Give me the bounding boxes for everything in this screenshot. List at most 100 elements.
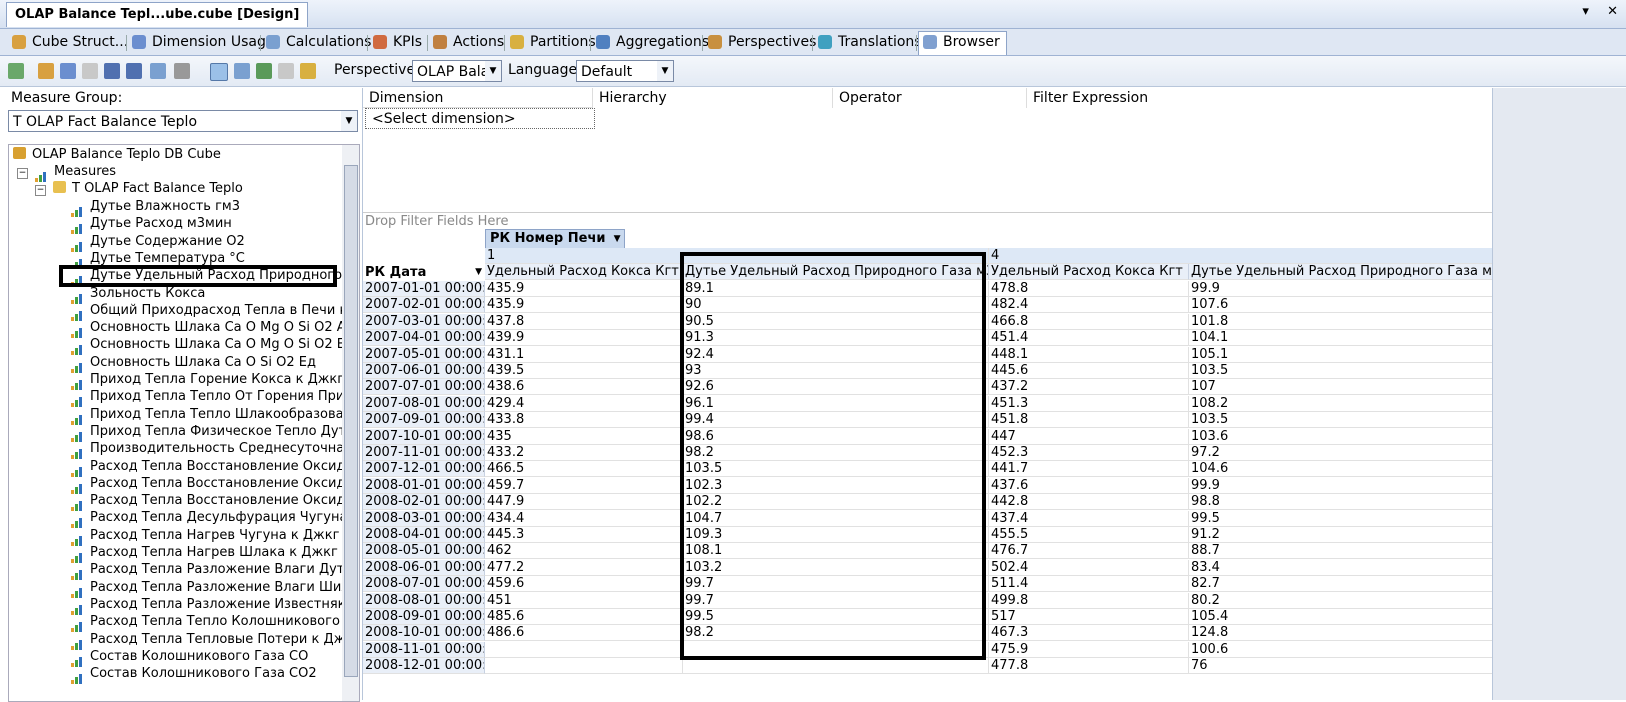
chevron-down-icon[interactable]: ▼ [475, 264, 482, 281]
row-header[interactable]: 2008-06-01 00:00:00 [363, 559, 485, 576]
tab-aggregations[interactable]: Aggregations [592, 32, 715, 53]
metadata-tree[interactable]: OLAP Balance Teplo DB Cube Measures − T OLA… [8, 144, 344, 702]
close-icon[interactable]: ✕ [1607, 4, 1618, 19]
row-header[interactable]: 2007-01-01 00:00:00 [363, 281, 485, 297]
scrollbar-thumb[interactable] [344, 165, 358, 677]
chevron-down-icon[interactable]: ▼ [657, 61, 673, 81]
tree-node-measure[interactable]: Приход Тепла Физическое Тепло Дутья к [71, 423, 343, 442]
row-field-pill[interactable]: РК Дата ▼ [363, 264, 485, 281]
row-header[interactable]: 2008-05-01 00:00:00 [363, 543, 485, 560]
tree-node-measure[interactable]: Расход Тепла Разложение Влаги Шихты к [71, 579, 343, 598]
tree-node-measure[interactable]: Производительность Среднесуточная тсу [71, 440, 343, 460]
tree-node-measure[interactable]: Расход Тепла Восстановление Оксидов Pr [71, 492, 343, 512]
row-header[interactable]: 2007-08-01 00:00:00 [363, 395, 485, 412]
row-header[interactable]: 2007-02-01 00:00:00 [363, 297, 485, 314]
collapse-icon[interactable]: − [35, 185, 46, 196]
row-header[interactable]: 2008-01-01 00:00:00 [363, 477, 485, 494]
sort-ascending-icon[interactable] [104, 63, 120, 79]
tab-dimension-usage[interactable]: Dimension Usage [128, 32, 281, 53]
sort-descending-icon[interactable] [126, 63, 142, 79]
row-header[interactable]: 2007-12-01 00:00:00 [363, 461, 485, 478]
reconnect-icon[interactable] [8, 63, 24, 79]
tree-node-cube[interactable]: OLAP Balance Teplo DB Cube [13, 146, 221, 164]
column-field-pill[interactable]: РК Номер Печи ▼ [485, 229, 625, 249]
tree-node-measure[interactable]: Основность Шлака Ca O Mg O Si O2 Al [71, 319, 343, 339]
chevron-down-icon[interactable]: ▼ [341, 111, 357, 131]
select-dimension-cell[interactable]: <Select dimension> [365, 108, 595, 129]
change-user-icon[interactable] [38, 63, 54, 79]
show-empty-cells-icon[interactable] [210, 63, 228, 81]
delete-icon[interactable] [174, 63, 190, 79]
tab-kpis[interactable]: KPIs [369, 32, 428, 53]
tree-node-measure[interactable]: Дутье Содержание О2 [71, 233, 245, 252]
row-header[interactable]: 2007-09-01 00:00:00 [363, 412, 485, 429]
tree-node-measure[interactable]: Приход Тепла Тепло От Горения Природн [71, 388, 343, 408]
row-header[interactable]: 2008-04-01 00:00:00 [363, 527, 485, 543]
perspective-combo[interactable]: OLAP Bala ▼ [412, 60, 502, 82]
collapse-icon[interactable]: − [17, 168, 28, 179]
row-header[interactable]: 2008-07-01 00:00:00 [363, 576, 485, 593]
tree-node-measure[interactable]: Основность Шлака Ca O Mg O Si O2 Ед [71, 336, 343, 356]
measure-column-header[interactable]: Дутье Удельный Расход Природного Газа м3… [1189, 264, 1499, 280]
tab-cube-structure[interactable]: Cube Struct... [8, 32, 134, 53]
clear-icon[interactable] [278, 63, 294, 79]
row-header[interactable]: 2008-09-01 00:00:00 [363, 609, 485, 625]
tab-partitions[interactable]: Partitions [506, 32, 602, 53]
tab-browser[interactable]: Browser [918, 31, 1007, 55]
tree-node-measure[interactable]: Расход Тепла Нагрев Шлака к Джкг Чугун [71, 544, 343, 563]
tree-node-measure[interactable]: Расход Тепла Тепло Колошникового Газа [71, 613, 343, 633]
tree-node-measure[interactable]: Расход Тепла Восстановление Оксидов Fe [71, 458, 343, 477]
row-header[interactable]: 2007-07-01 00:00:00 [363, 379, 485, 396]
data-cell: 80.2 [1189, 592, 1499, 609]
row-header[interactable]: 2007-11-01 00:00:00 [363, 445, 485, 461]
row-header[interactable]: 2007-10-01 00:00:00 [363, 428, 485, 445]
column-member-header[interactable]: 4 [989, 248, 1493, 264]
chevron-down-icon[interactable]: ▼ [614, 230, 621, 248]
tree-node-measure[interactable]: Расход Тепла Нагрев Чугуна к Джкг Чугун [71, 527, 343, 546]
tree-node-measures[interactable]: Measures [35, 163, 116, 182]
tree-node-measure[interactable]: Зольность Кокса [71, 285, 205, 304]
show-filter-icon[interactable] [234, 63, 250, 79]
properties-icon[interactable] [300, 63, 316, 79]
row-header[interactable]: 2007-05-01 00:00:00 [363, 346, 485, 363]
tab-perspectives[interactable]: Perspectives [704, 32, 822, 53]
tree-node-measure[interactable]: Приход Тепла Горение Кокса к Джкг Чугун [71, 371, 343, 390]
row-header[interactable]: 2008-12-01 00:00:00 [363, 658, 485, 675]
tree-node-measure[interactable]: Состав Колошникового Газа CO [71, 648, 308, 667]
tree-node-measure[interactable]: Состав Колошникового Газа CO2 [71, 665, 317, 685]
row-header[interactable]: 2007-03-01 00:00:00 [363, 313, 485, 330]
row-header[interactable]: 2008-03-01 00:00:00 [363, 510, 485, 527]
reconnect-cube-icon[interactable] [60, 63, 76, 79]
measure-column-header[interactable]: Удельный Расход Кокса Кгт Чугуна [989, 264, 1189, 280]
row-header[interactable]: 2008-10-01 00:00:00 [363, 625, 485, 642]
tree-node-measure[interactable]: Общий Приходрасход Тепла в Печи к Джк [71, 302, 343, 321]
window-menu-icon[interactable]: ▾ [1582, 4, 1589, 19]
document-tab[interactable]: OLAP Balance Tepl...ube.cube [Design] [6, 2, 309, 27]
tree-node-measure[interactable]: Расход Тепла Разложение Влаги Дутья к Д [71, 561, 343, 581]
auto-execute-icon[interactable] [82, 63, 98, 79]
tree-node-measure[interactable]: Расход Тепла Восстановление Оксидов Fe [71, 475, 343, 494]
tree-node-measure[interactable]: Расход Тепла Разложение Известняка к Д [71, 596, 343, 615]
tree-node-measure[interactable]: Основность Шлака Ca O Si O2 Ед [71, 354, 316, 373]
tree-node-measure[interactable]: Расход Тепла Тепловые Потери к Джкг Чу [71, 631, 343, 650]
expand-icon[interactable] [256, 63, 272, 79]
tab-actions[interactable]: Actions [429, 32, 510, 53]
language-combo[interactable]: Default ▼ [576, 60, 674, 82]
measure-column-header[interactable]: Удельный Расход Кокса Кгт Чугуна [485, 264, 683, 280]
measure-group-combo[interactable]: T OLAP Fact Balance Teplo ▼ [8, 110, 358, 132]
tab-translations[interactable]: Translations [814, 32, 928, 53]
tree-node-measure[interactable]: Расход Тепла Десульфурация Чугуна к Дж [71, 509, 343, 529]
tree-node-measure[interactable]: Приход Тепла Тепло Шлакообразования к [71, 406, 343, 425]
filter-icon[interactable] [150, 63, 166, 79]
row-header[interactable]: 2008-02-01 00:00:00 [363, 494, 485, 511]
tree-node-measure-group[interactable]: T OLAP Fact Balance Teplo [53, 180, 243, 198]
row-header[interactable]: 2007-04-01 00:00:00 [363, 330, 485, 347]
tab-calculations[interactable]: Calculations [262, 32, 377, 53]
row-header[interactable]: 2008-08-01 00:00:00 [363, 592, 485, 609]
chevron-down-icon[interactable]: ▼ [485, 61, 501, 81]
tree-scrollbar[interactable] [342, 144, 360, 702]
tree-node-measure[interactable]: Дутье Расход м3мин [71, 215, 232, 235]
row-header[interactable]: 2008-11-01 00:00:00 [363, 641, 485, 658]
tree-node-measure[interactable]: Дутье Влажность гм3 [71, 198, 240, 217]
row-header[interactable]: 2007-06-01 00:00:00 [363, 363, 485, 379]
